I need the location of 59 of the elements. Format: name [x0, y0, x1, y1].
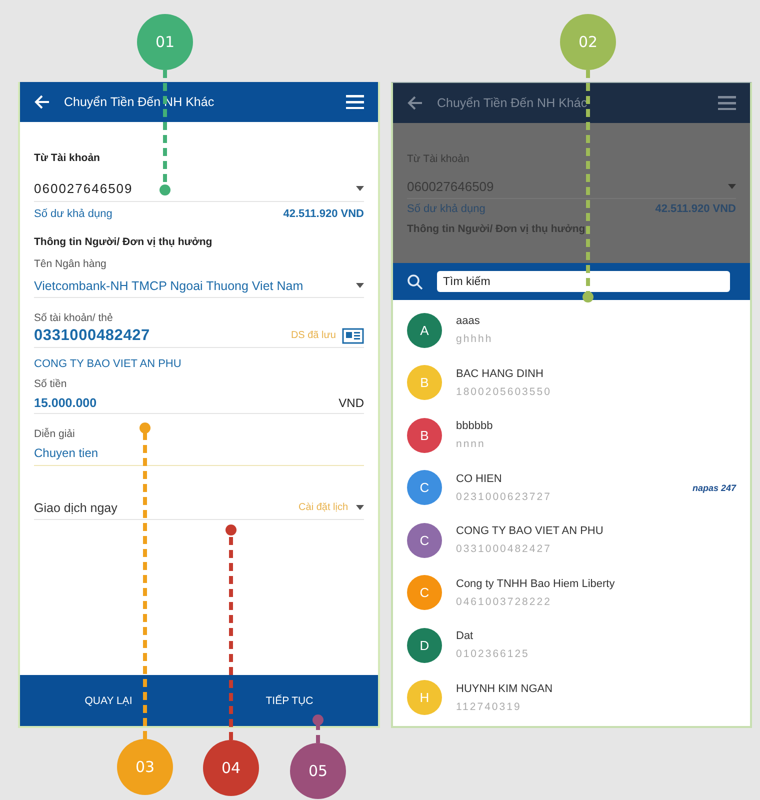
contact-avatar: C [407, 575, 442, 610]
amount-field[interactable]: 15.000.000 [34, 396, 97, 410]
bank-dropdown[interactable]: Vietcombank-NH TMCP Ngoai Thuong Viet Nam [34, 274, 364, 298]
balance-label: Số dư khả dụng [407, 203, 486, 215]
caret-icon [356, 186, 364, 191]
section-heading: Thông tin Người/ Đơn vị thụ hưởng [34, 236, 214, 248]
menu-icon[interactable] [346, 95, 364, 109]
callout-badge: 01 [137, 14, 193, 70]
contact-name[interactable]: HUYNH KIM NGAN [456, 682, 736, 695]
contact-name[interactable]: CONG TY BAO VIET AN PHU [456, 525, 736, 538]
contact-avatar: C [407, 470, 442, 506]
search-field[interactable]: Tìm kiếm [437, 271, 730, 292]
contact-name[interactable]: Dat [456, 630, 736, 642]
contact-account: ghhhh [456, 333, 494, 346]
contact-avatar: B [407, 365, 442, 400]
payment-network-logo: napas 247 [692, 482, 736, 493]
contact-avatar: D [407, 628, 442, 663]
contact-name[interactable]: aaas [456, 315, 736, 328]
back-arrow-icon[interactable] [407, 95, 423, 111]
caret-icon [728, 184, 736, 189]
leader-line [312, 714, 324, 743]
field-label: Số tiền [34, 378, 68, 390]
callout-badge: 03 [117, 739, 173, 795]
contact-account: 0331000482427 [456, 543, 552, 556]
callout-badge: 02 [560, 14, 616, 70]
search-icon [407, 274, 423, 290]
contact-account: nnnn [456, 438, 486, 450]
callout-badge: 05 [290, 743, 346, 799]
schedule-value: Giao dịch ngay [34, 500, 118, 514]
contact-account: 0102366125 [456, 648, 530, 660]
contact-avatar: B [407, 418, 442, 453]
currency-label: VND [338, 396, 364, 410]
balance-value: 42.511.920 VND [283, 208, 364, 220]
balance-label: Số dư khả dụng [34, 208, 112, 220]
contact-name[interactable]: bbbbbb [456, 420, 736, 432]
balance-value: 42.511.920 VND [655, 203, 736, 215]
caret-icon [356, 505, 364, 510]
contact-account: 0231000623727 [456, 490, 552, 503]
contact-account: 112740319 [456, 700, 522, 713]
contact-account: 1800205603550 [456, 386, 552, 398]
field-label: Tên Ngân hàng [34, 258, 108, 270]
contact-avatar: C [407, 522, 442, 558]
contact-name[interactable]: CO HIEN [456, 472, 678, 485]
field-label: Số tài khoản/ thẻ [34, 312, 114, 324]
caret-icon [356, 283, 364, 288]
screen-title: Chuyển Tiền Đến NH Khác [437, 96, 588, 110]
account-holder-name: CONG TY BAO VIET AN PHU [34, 358, 182, 370]
account-number-field[interactable]: 0331000482427 [34, 326, 150, 344]
description-field[interactable]: Chuyen tien [34, 446, 364, 466]
contact-card-icon[interactable] [342, 328, 364, 344]
contact-account: 0461003728222 [456, 596, 552, 608]
contact-name[interactable]: Cong ty TNHH Bao Hiem Liberty [456, 578, 736, 590]
field-label: Diễn giải [34, 428, 76, 440]
field-label: Từ Tài khoản [34, 152, 101, 164]
contact-avatar: A [407, 312, 442, 348]
contact-avatar: H [407, 680, 442, 716]
callout-badge: 04 [203, 740, 259, 796]
menu-icon[interactable] [718, 96, 736, 110]
contact-name[interactable]: BAC HANG DINH [456, 368, 736, 380]
